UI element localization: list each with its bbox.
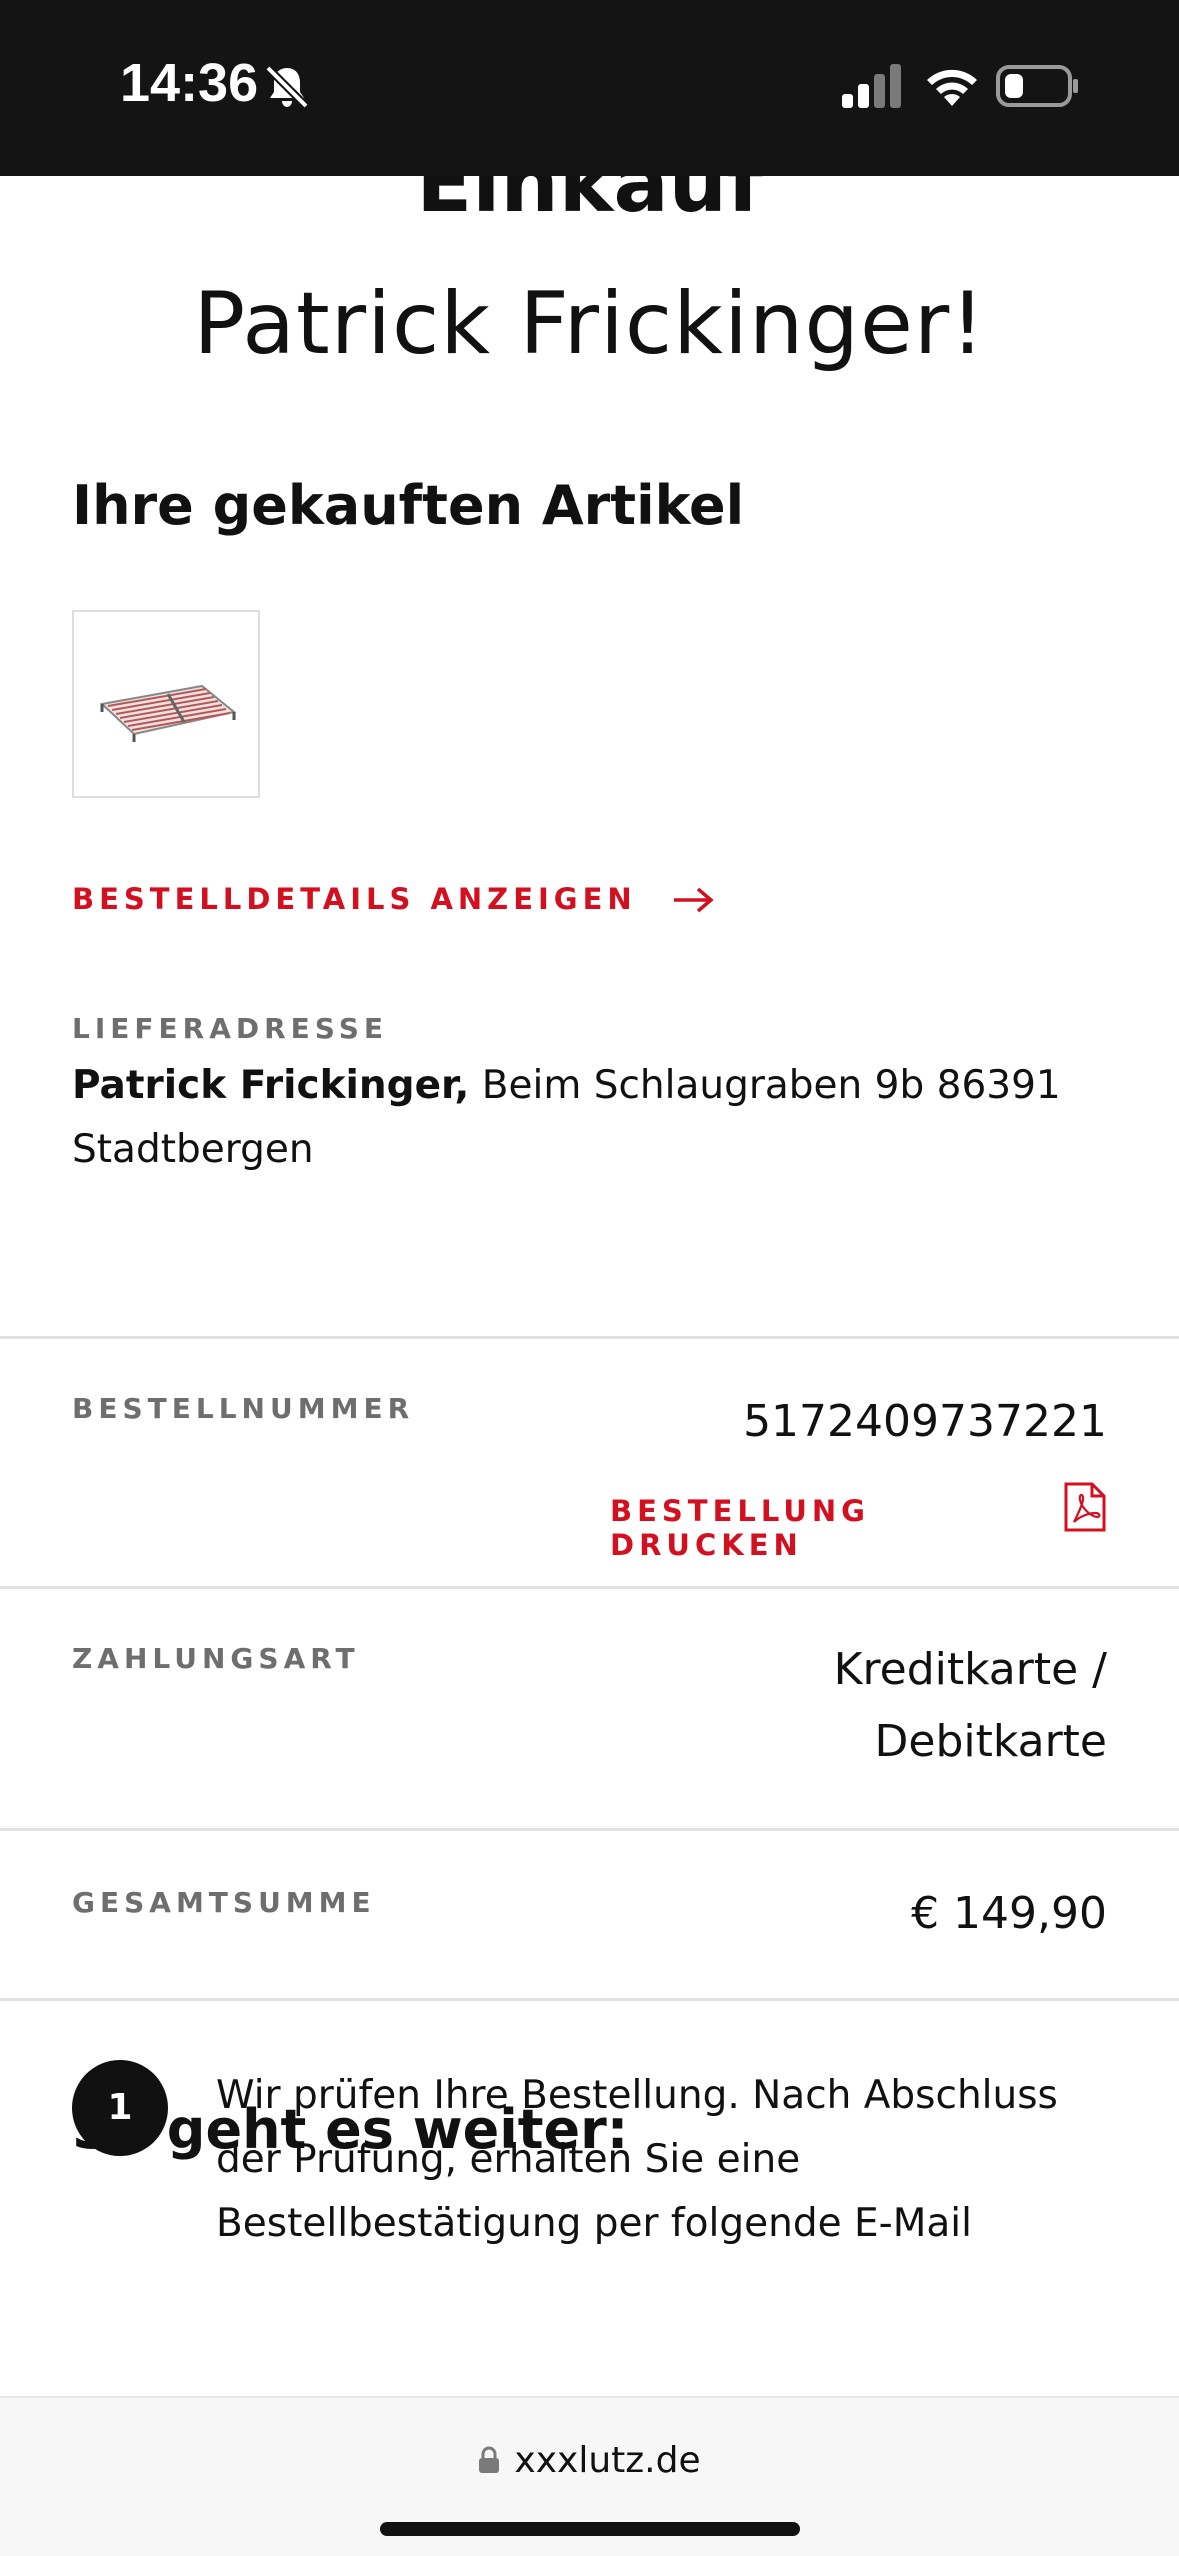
payment-method-line2: Debitkarte bbox=[874, 1716, 1107, 1767]
order-number-value: 5172409737221 bbox=[743, 1396, 1107, 1447]
total-label: GESAMTSUMME bbox=[72, 1886, 376, 1919]
order-details-link[interactable]: BESTELLDETAILS ANZEIGEN bbox=[72, 882, 716, 916]
customer-name-title: Patrick Frickinger! bbox=[193, 274, 986, 374]
purchased-items-heading: Ihre gekauften Artikel bbox=[72, 474, 745, 537]
url-text: xxxlutz.de bbox=[514, 2440, 701, 2481]
product-thumbnail[interactable] bbox=[72, 610, 260, 798]
bell-off-icon bbox=[265, 65, 309, 109]
delivery-address: Patrick Frickinger, Beim Schlaugraben 9b… bbox=[72, 1054, 1112, 1182]
signal-icon bbox=[842, 64, 901, 108]
lock-icon bbox=[479, 2446, 500, 2473]
arrow-right-icon bbox=[673, 887, 714, 913]
order-details-link-label: BESTELLDETAILS ANZEIGEN bbox=[72, 882, 637, 916]
page-content: Einkauf Patrick Frickinger! Ihre gekauft… bbox=[0, 176, 1179, 2396]
delivery-name: Patrick Frickinger, bbox=[72, 1063, 470, 1108]
divider bbox=[0, 1586, 1179, 1589]
payment-method-value: Kreditkarte / Debitkarte bbox=[834, 1634, 1107, 1778]
pdf-icon[interactable] bbox=[1062, 1482, 1106, 1532]
delivery-address-label: LIEFERADRESSE bbox=[72, 1012, 389, 1045]
payment-method-label: ZAHLUNGSART bbox=[72, 1642, 360, 1675]
page-title: Einkauf bbox=[416, 176, 763, 231]
status-time: 14:36 bbox=[120, 53, 259, 113]
step-number-badge: 1 bbox=[72, 2060, 168, 2156]
total-value: € 149,90 bbox=[911, 1888, 1107, 1939]
browser-bottom-bar: xxxlutz.de bbox=[0, 2396, 1179, 2556]
step-description: Wir prüfen Ihre Bestellung. Nach Abschlu… bbox=[216, 2073, 1058, 2246]
home-indicator[interactable] bbox=[380, 2522, 800, 2536]
divider bbox=[0, 1998, 1179, 2001]
address-bar[interactable]: xxxlutz.de bbox=[0, 2440, 1179, 2481]
print-order-link[interactable]: BESTELLUNG DRUCKEN bbox=[610, 1494, 1030, 1562]
wifi-icon bbox=[927, 69, 977, 106]
divider bbox=[0, 1336, 1179, 1339]
payment-method-line1: Kreditkarte / bbox=[833, 1644, 1107, 1695]
battery-icon bbox=[996, 65, 1078, 107]
slatted-frame-image bbox=[99, 684, 237, 742]
divider bbox=[0, 1828, 1179, 1831]
order-number-label: BESTELLNUMMER bbox=[72, 1392, 415, 1425]
status-bar: 14:36 bbox=[0, 0, 1179, 176]
